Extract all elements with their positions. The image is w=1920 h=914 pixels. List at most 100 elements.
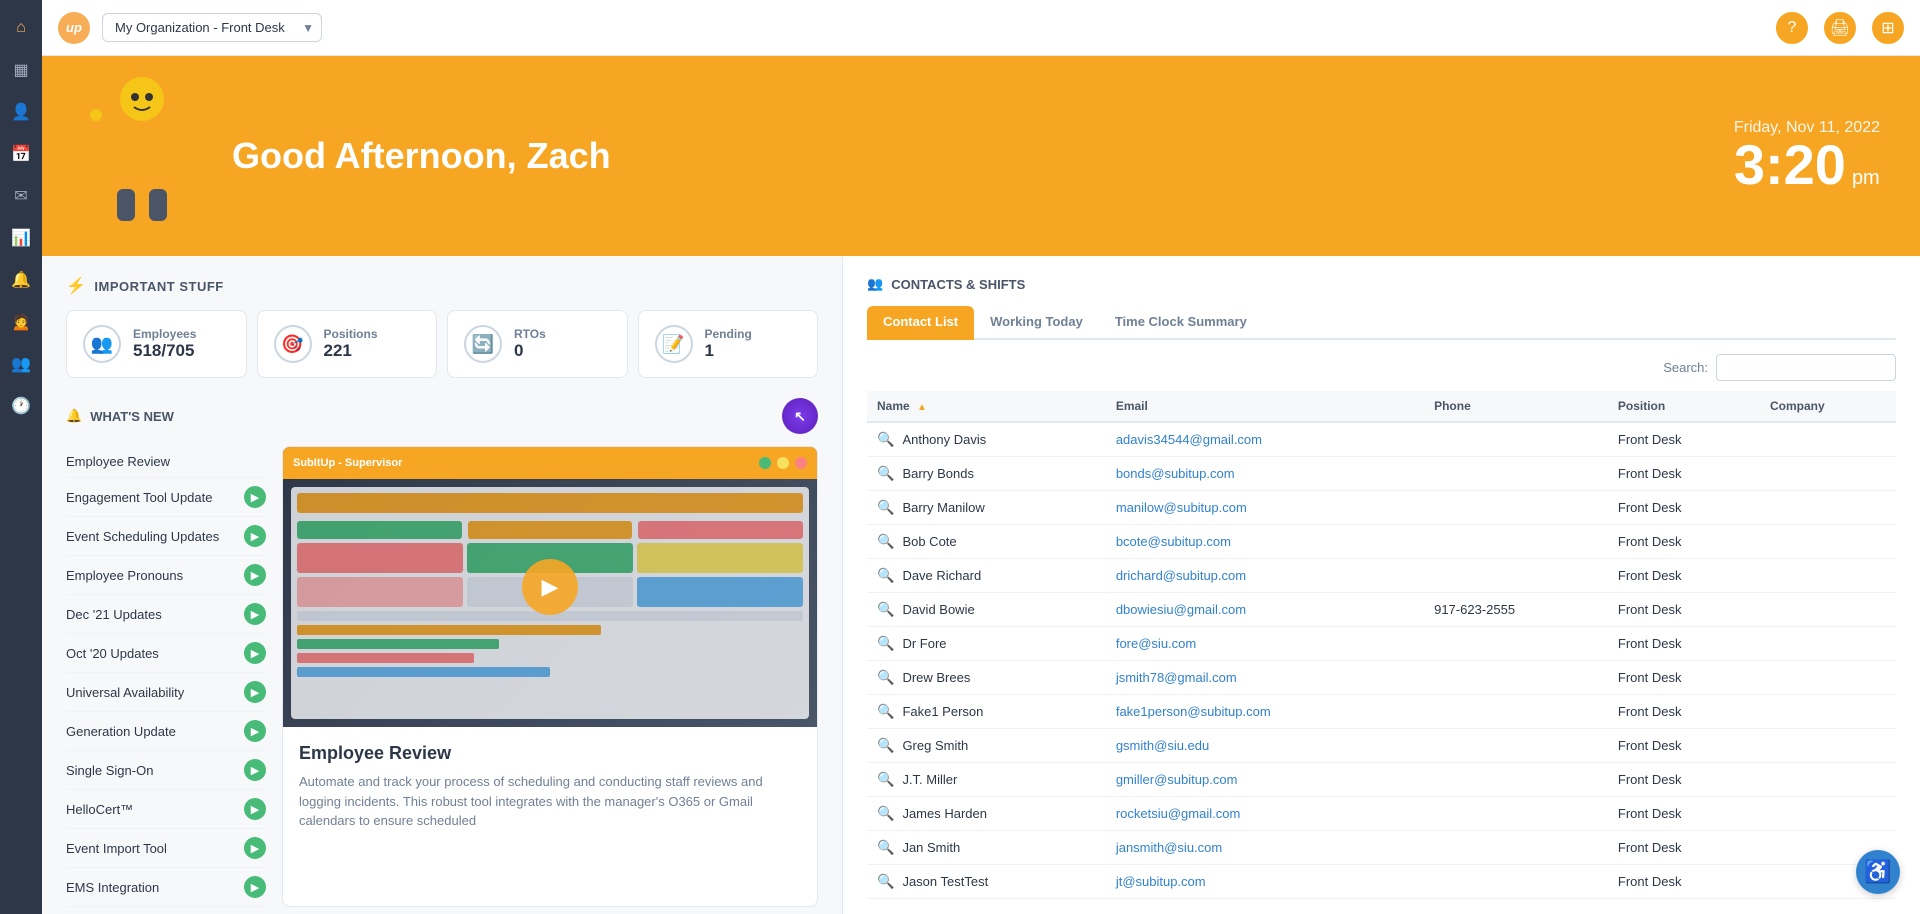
news-item-dec-21[interactable]: Dec '21 Updates ▶ — [66, 595, 266, 634]
contact-company-cell — [1760, 797, 1896, 831]
sidebar-icon-clock[interactable]: 🕐 — [3, 388, 39, 424]
employees-icon: 👥 — [83, 325, 121, 363]
contact-email-link[interactable]: fore@siu.com — [1116, 636, 1196, 651]
accessibility-button[interactable]: ♿ — [1856, 850, 1900, 894]
column-header-phone[interactable]: Phone — [1424, 391, 1608, 422]
fake-row-red — [297, 653, 474, 663]
contact-email-cell: rocketsiu@gmail.com — [1106, 797, 1424, 831]
contact-email-link[interactable]: drichard@subitup.com — [1116, 568, 1246, 583]
column-header-company[interactable]: Company — [1760, 391, 1896, 422]
table-row[interactable]: 🔍 David Bowie dbowiesiu@gmail.com 917-62… — [867, 593, 1896, 627]
stat-card-positions[interactable]: 🎯 Positions 221 — [257, 310, 438, 378]
contact-email-link[interactable]: gsmith@siu.edu — [1116, 738, 1209, 753]
contact-email-link[interactable]: dbowiesiu@gmail.com — [1116, 602, 1246, 617]
news-item-universal-availability[interactable]: Universal Availability ▶ — [66, 673, 266, 712]
news-item-engagement-tool[interactable]: Engagement Tool Update ▶ — [66, 478, 266, 517]
table-row[interactable]: 🔍 Jason TestTest jt@subitup.com Front De… — [867, 865, 1896, 899]
print-icon[interactable]: 🖨 — [1824, 12, 1856, 44]
sidebar-icon-bell[interactable]: 🔔 — [3, 262, 39, 298]
contact-position-cell: Front Desk — [1608, 797, 1760, 831]
contact-email-link[interactable]: jt@subitup.com — [1116, 874, 1206, 889]
help-icon[interactable]: ? — [1776, 12, 1808, 44]
table-row[interactable]: 🔍 Drew Brees jsmith78@gmail.com Front De… — [867, 661, 1896, 695]
table-row[interactable]: 🔍 Greg Smith gsmith@siu.edu Front Desk — [867, 729, 1896, 763]
table-row[interactable]: 🔍 Dr Fore fore@siu.com Front Desk — [867, 627, 1896, 661]
column-header-name[interactable]: Name ▲ — [867, 391, 1106, 422]
contact-position-cell: Front Desk — [1608, 661, 1760, 695]
sidebar-icon-person-add[interactable]: 🙍 — [3, 304, 39, 340]
search-input[interactable] — [1716, 354, 1896, 381]
hero-datetime: Friday, Nov 11, 2022 3:20 pm — [1734, 119, 1880, 193]
news-item-oct-20[interactable]: Oct '20 Updates ▶ — [66, 634, 266, 673]
tab-working-today[interactable]: Working Today — [974, 306, 1099, 340]
topbar-actions: ? 🖨 ⊞ — [1776, 12, 1904, 44]
stat-card-employees[interactable]: 👥 Employees 518/705 — [66, 310, 247, 378]
news-item-employee-review[interactable]: Employee Review — [66, 446, 266, 478]
grid-icon[interactable]: ⊞ — [1872, 12, 1904, 44]
contact-email-link[interactable]: fake1person@subitup.com — [1116, 704, 1271, 719]
table-row[interactable]: 🔍 Barry Manilow manilow@subitup.com Fron… — [867, 491, 1896, 525]
table-row[interactable]: 🔍 J.T. Miller gmiller@subitup.com Front … — [867, 763, 1896, 797]
contact-phone-cell — [1424, 559, 1608, 593]
tab-time-clock-summary[interactable]: Time Clock Summary — [1099, 306, 1263, 340]
contact-name: Dr Fore — [902, 636, 946, 651]
news-item-employee-pronouns[interactable]: Employee Pronouns ▶ — [66, 556, 266, 595]
video-play-button[interactable]: ▶ — [522, 559, 578, 615]
column-header-email[interactable]: Email — [1106, 391, 1424, 422]
sidebar-icon-dashboard[interactable]: ▦ — [3, 52, 39, 88]
contact-email-link[interactable]: jansmith@siu.com — [1116, 840, 1222, 855]
news-item-hellocert[interactable]: HelloCert™ ▶ — [66, 790, 266, 829]
sidebar-icon-users[interactable]: 👤 — [3, 94, 39, 130]
column-header-position[interactable]: Position — [1608, 391, 1760, 422]
contact-email-link[interactable]: bonds@subitup.com — [1116, 466, 1235, 481]
contact-email-link[interactable]: gmiller@subitup.com — [1116, 772, 1238, 787]
news-item-single-sign-on[interactable]: Single Sign-On ▶ — [66, 751, 266, 790]
sidebar: ⌂ ▦ 👤 📅 ✉ 📊 🔔 🙍 👥 🕐 — [0, 0, 42, 914]
contact-position-cell: Front Desk — [1608, 593, 1760, 627]
contact-search-icon: 🔍 — [877, 533, 894, 550]
news-featured-title: Employee Review — [299, 743, 801, 764]
table-row[interactable]: 🔍 Jan Smith jansmith@siu.com Front Desk — [867, 831, 1896, 865]
sidebar-icon-chart[interactable]: 📊 — [3, 220, 39, 256]
sidebar-icon-home[interactable]: ⌂ — [3, 10, 39, 46]
table-row[interactable]: 🔍 James Harden rocketsiu@gmail.com Front… — [867, 797, 1896, 831]
contact-email-cell: fake1person@subitup.com — [1106, 695, 1424, 729]
sidebar-icon-calendar[interactable]: 📅 — [3, 136, 39, 172]
topbar: up My Organization - Front Desk ▼ ? 🖨 ⊞ — [42, 0, 1920, 56]
contact-email-link[interactable]: rocketsiu@gmail.com — [1116, 806, 1240, 821]
table-row[interactable]: 🔍 Bob Cote bcote@subitup.com Front Desk — [867, 525, 1896, 559]
sidebar-icon-people[interactable]: 👥 — [3, 346, 39, 382]
contact-email-link[interactable]: bcote@subitup.com — [1116, 534, 1231, 549]
news-item-ems-integration[interactable]: EMS Integration ▶ — [66, 868, 266, 907]
contact-email-cell: jansmith@siu.com — [1106, 831, 1424, 865]
sidebar-icon-mail[interactable]: ✉ — [3, 178, 39, 214]
contact-email-link[interactable]: jsmith78@gmail.com — [1116, 670, 1237, 685]
fake-bar-3 — [638, 521, 803, 539]
stat-rtos-info: RTOs 0 — [514, 327, 546, 361]
table-row[interactable]: 🔍 Anthony Davis adavis34544@gmail.com Fr… — [867, 422, 1896, 457]
table-row[interactable]: 🔍 Barry Bonds bonds@subitup.com Front De… — [867, 457, 1896, 491]
contact-email-link[interactable]: manilow@subitup.com — [1116, 500, 1247, 515]
contact-email-link[interactable]: adavis34544@gmail.com — [1116, 432, 1262, 447]
stat-card-rtos[interactable]: 🔄 RTOs 0 — [447, 310, 628, 378]
contact-search-icon: 🔍 — [877, 737, 894, 754]
table-row[interactable]: 🔍 Fake1 Person fake1person@subitup.com F… — [867, 695, 1896, 729]
contact-name: Jan Smith — [902, 840, 960, 855]
contact-phone-cell: 917-623-2555 — [1424, 593, 1608, 627]
table-row[interactable]: 🔍 Dave Richard drichard@subitup.com Fron… — [867, 559, 1896, 593]
news-item-generation-update[interactable]: Generation Update ▶ — [66, 712, 266, 751]
contact-search-icon: 🔍 — [877, 839, 894, 856]
stat-card-pending[interactable]: 📝 Pending 1 — [638, 310, 819, 378]
generation-update-arrow: ▶ — [244, 720, 266, 742]
news-item-event-scheduling[interactable]: Event Scheduling Updates ▶ — [66, 517, 266, 556]
employee-pronouns-arrow: ▶ — [244, 564, 266, 586]
org-selector[interactable]: My Organization - Front Desk — [102, 13, 322, 42]
rtos-label: RTOs — [514, 327, 546, 341]
contact-email-cell: manilow@subitup.com — [1106, 491, 1424, 525]
news-item-event-import[interactable]: Event Import Tool ▶ — [66, 829, 266, 868]
contact-company-cell — [1760, 763, 1896, 797]
news-featured-content: SubItUp - Supervisor — [282, 446, 818, 907]
contact-email-cell: adavis34544@gmail.com — [1106, 422, 1424, 457]
tab-contact-list[interactable]: Contact List — [867, 306, 974, 340]
app-logo: up — [58, 12, 90, 44]
